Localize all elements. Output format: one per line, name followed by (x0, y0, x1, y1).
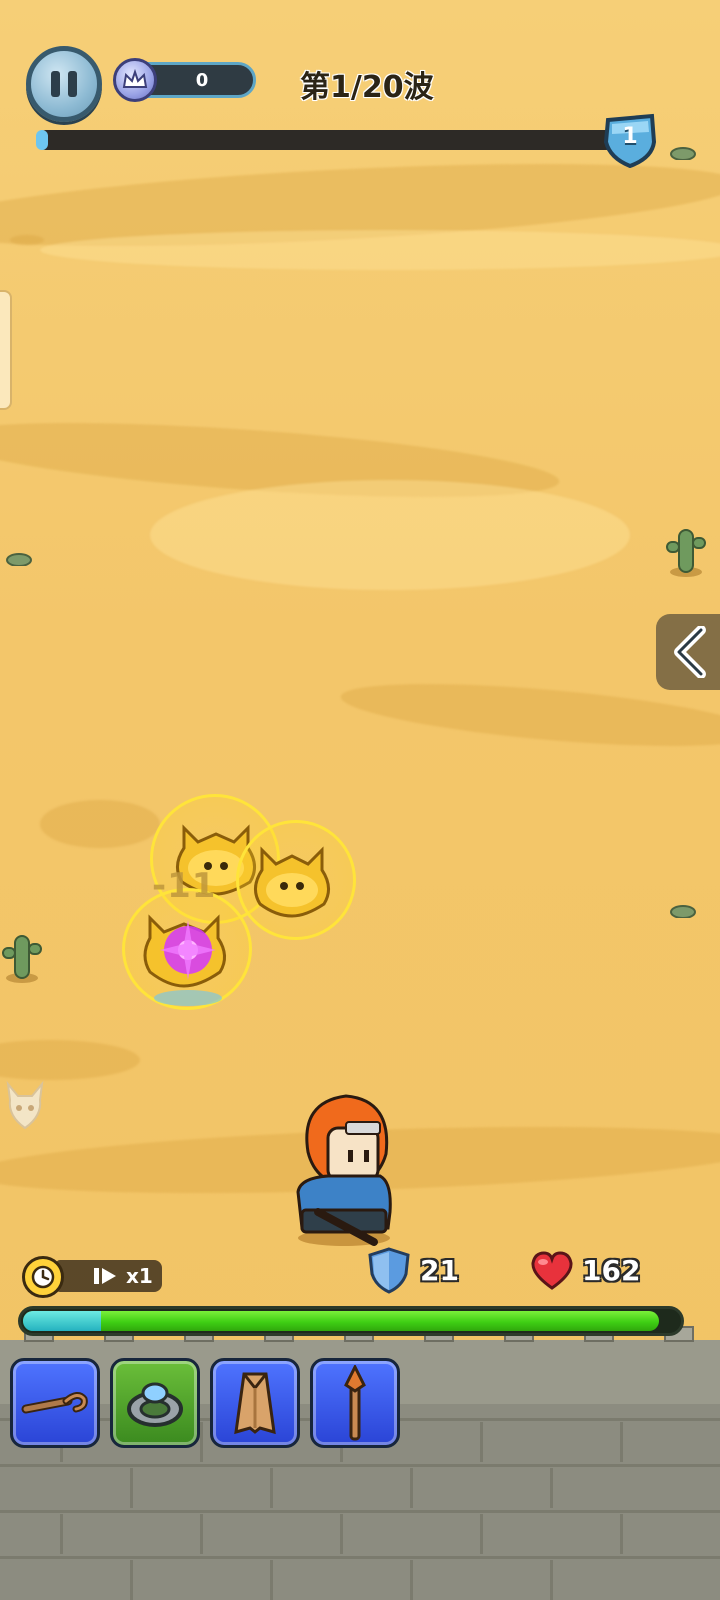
chevron-left-icon (674, 626, 706, 678)
desert-slime-enemy[interactable] (138, 908, 238, 1012)
wave-counter: 第1/20波 (300, 70, 434, 105)
skill-slot-ring[interactable] (110, 1358, 200, 1448)
shrub-icon (670, 905, 696, 918)
clock-icon (22, 1256, 64, 1298)
base-health-shield-segment (23, 1311, 101, 1331)
damage-number: -11 (152, 866, 217, 906)
crown-icon (113, 58, 157, 102)
defense-value: 21 (420, 1253, 459, 1287)
base-health-fill (23, 1311, 660, 1331)
fast-forward-icon (94, 1268, 116, 1284)
skill-slot-spear[interactable] (310, 1358, 400, 1448)
shrub-icon (670, 147, 696, 160)
skill-slot-staff[interactable] (10, 1358, 100, 1448)
staff-icon (21, 1392, 88, 1414)
ring-icon (127, 1382, 183, 1427)
side-panel-toggle[interactable] (656, 614, 720, 690)
speed-multiplier: x1 (126, 1264, 153, 1288)
wave-number-label: 1 (622, 124, 638, 149)
base-health-bar (18, 1306, 684, 1336)
sand-dune (0, 1040, 140, 1080)
sand-dune (40, 800, 160, 848)
wave-progress-fill (36, 130, 48, 150)
skull-icon (6, 1080, 44, 1130)
hero-character (296, 1094, 392, 1246)
wave-progress-bar (36, 130, 616, 150)
sand-dune (150, 480, 630, 590)
spear-icon (344, 1365, 366, 1441)
heart-icon (531, 1251, 573, 1290)
pause-button[interactable] (26, 46, 102, 122)
desert-slime-enemy[interactable] (248, 840, 336, 918)
speed-control[interactable]: x1 (20, 1254, 162, 1298)
skill-slot-cloak[interactable] (210, 1358, 300, 1448)
wave-number-badge: 1 (602, 112, 658, 169)
health-stat: 162 (530, 1250, 640, 1290)
sand-dune (10, 235, 44, 245)
game-stage: -11 0 第1/20波 1 x1 21 162 (0, 0, 720, 1600)
defense-stat: 21 (366, 1246, 459, 1294)
pause-icon (51, 71, 60, 97)
cactus-icon (2, 935, 42, 983)
cactus-icon (666, 529, 706, 577)
sand-dune (40, 230, 720, 270)
cloak-icon (234, 1372, 276, 1435)
shield-icon (368, 1247, 410, 1294)
health-value: 162 (582, 1253, 641, 1287)
shrub-icon (6, 553, 32, 566)
left-edge-tab[interactable] (0, 290, 12, 410)
